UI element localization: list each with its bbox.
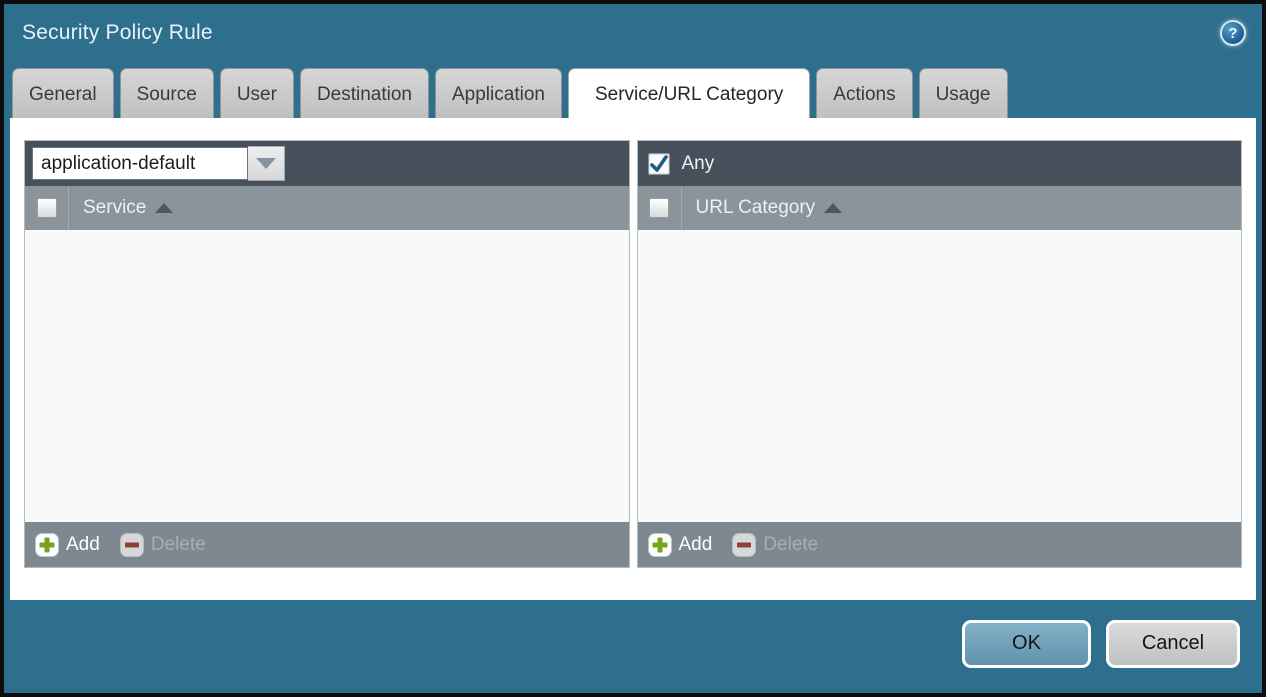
url-category-select-all-checkbox[interactable]	[649, 198, 669, 218]
service-select-all-cell	[25, 186, 69, 230]
url-category-add-button[interactable]: Add	[648, 533, 713, 557]
tab-application[interactable]: Application	[435, 68, 562, 118]
help-icon: ?	[1228, 25, 1237, 42]
service-list-body[interactable]	[25, 230, 629, 522]
dialog-title: Security Policy Rule	[22, 21, 213, 45]
service-column-label: Service	[83, 197, 146, 219]
tab-general[interactable]: General	[12, 68, 114, 118]
dialog-footer: OK Cancel	[4, 600, 1262, 693]
chevron-down-icon	[256, 158, 276, 169]
service-add-label: Add	[66, 534, 100, 556]
tab-content-service-url-category: Service Add Delete	[10, 118, 1256, 600]
sort-ascending-icon	[824, 203, 842, 213]
cancel-button[interactable]: Cancel	[1106, 620, 1240, 668]
tab-user[interactable]: User	[220, 68, 294, 118]
help-button[interactable]: ?	[1220, 20, 1246, 46]
url-category-column-header[interactable]: URL Category	[696, 197, 843, 219]
service-type-input[interactable]	[32, 147, 248, 180]
security-policy-rule-dialog: Security Policy Rule ? General Source Us…	[0, 0, 1266, 697]
service-delete-button[interactable]: Delete	[120, 533, 206, 557]
tab-source[interactable]: Source	[120, 68, 214, 118]
any-row: Any	[645, 153, 715, 175]
service-table-header: Service	[25, 186, 629, 230]
title-bar: Security Policy Rule ?	[4, 4, 1262, 62]
service-type-bar	[25, 141, 629, 186]
url-category-table-header: URL Category	[638, 186, 1242, 230]
sort-ascending-icon	[155, 203, 173, 213]
url-category-delete-label: Delete	[763, 534, 818, 556]
tab-destination[interactable]: Destination	[300, 68, 429, 118]
ok-button[interactable]: OK	[962, 620, 1091, 668]
service-type-dropdown-button[interactable]	[248, 146, 285, 181]
url-category-pane: Any URL Category Add	[637, 140, 1243, 568]
delete-icon	[732, 533, 756, 557]
delete-icon	[120, 533, 144, 557]
service-delete-label: Delete	[151, 534, 206, 556]
service-column-header[interactable]: Service	[83, 197, 173, 219]
url-category-any-bar: Any	[638, 141, 1242, 186]
tab-service-url-category[interactable]: Service/URL Category	[568, 68, 810, 118]
checkmark-icon	[650, 155, 668, 173]
service-select-all-checkbox[interactable]	[37, 198, 57, 218]
url-category-column-label: URL Category	[696, 197, 816, 219]
add-icon	[35, 533, 59, 557]
url-category-footer-bar: Add Delete	[638, 522, 1242, 567]
tab-usage[interactable]: Usage	[919, 68, 1008, 118]
tab-strip: General Source User Destination Applicat…	[4, 62, 1262, 118]
any-label: Any	[682, 153, 715, 175]
add-icon	[648, 533, 672, 557]
url-category-list-body[interactable]	[638, 230, 1242, 522]
url-category-select-all-cell	[638, 186, 682, 230]
service-pane: Service Add Delete	[24, 140, 630, 568]
service-type-dropdown	[32, 146, 285, 181]
url-category-add-label: Add	[679, 534, 713, 556]
tab-actions[interactable]: Actions	[816, 68, 912, 118]
any-checkbox[interactable]	[648, 153, 670, 175]
service-add-button[interactable]: Add	[35, 533, 100, 557]
url-category-delete-button[interactable]: Delete	[732, 533, 818, 557]
service-footer-bar: Add Delete	[25, 522, 629, 567]
